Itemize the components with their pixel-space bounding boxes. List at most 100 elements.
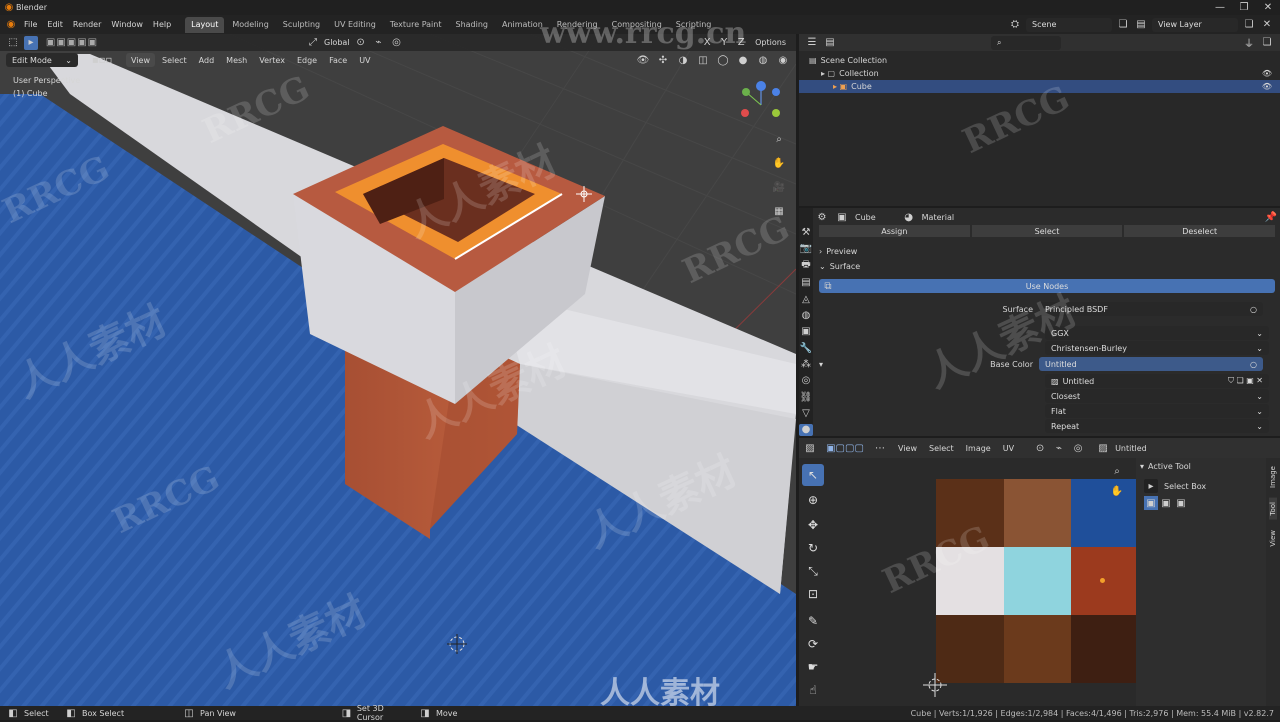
projection-select[interactable]: Flat ⌄: [1045, 404, 1269, 418]
axis-z-label[interactable]: Z: [734, 36, 748, 50]
tab-uv-editing[interactable]: UV Editing: [328, 17, 382, 33]
gizmo-icon[interactable]: ✣: [656, 53, 670, 67]
outliner-editor-icon[interactable]: ☰: [805, 36, 819, 50]
sticky-select-icon[interactable]: ⋯: [873, 441, 887, 455]
interpolation-select[interactable]: Closest ⌄: [1045, 389, 1269, 403]
uv-menu-view[interactable]: View: [898, 444, 917, 453]
tab-shading[interactable]: Shading: [449, 17, 494, 33]
viewport-menu-view[interactable]: View: [126, 53, 155, 67]
menu-help[interactable]: Help: [153, 20, 171, 29]
tweak-tool-icon[interactable]: ▸: [24, 35, 38, 50]
mode-icons[interactable]: ▣▣▣▣▣: [42, 36, 102, 50]
active-tool-row[interactable]: ▸ Select Box: [1136, 477, 1266, 495]
axis-y-label[interactable]: Y: [717, 36, 731, 50]
annotate-tool-icon[interactable]: ✎: [802, 610, 824, 632]
data-tab-icon[interactable]: ▽: [799, 407, 813, 419]
menu-render[interactable]: Render: [73, 20, 101, 29]
image-actions-icons[interactable]: ⛉ ❏ ▣ ✕: [1228, 376, 1263, 386]
pinch-tool-icon[interactable]: ☝: [802, 679, 824, 701]
outliner-item[interactable]: ▸ ▢ Collection 👁: [799, 67, 1280, 80]
tab-layout[interactable]: Layout: [185, 16, 225, 33]
outliner-item[interactable]: ▸ ▣ Cube 👁: [799, 80, 1280, 93]
side-tab-image[interactable]: Image: [1269, 462, 1277, 492]
extension-select[interactable]: Repeat ⌄: [1045, 419, 1269, 433]
pin-icon[interactable]: 📌: [1264, 211, 1278, 225]
display-mode-icon[interactable]: ▤: [823, 36, 837, 50]
move-tool-icon[interactable]: ✥: [802, 514, 824, 536]
overlay-icon[interactable]: ◑: [676, 53, 690, 67]
viewport-menu-vertex[interactable]: Vertex: [254, 56, 290, 65]
viewport-menu-mesh[interactable]: Mesh: [221, 56, 252, 65]
navigation-gizmo[interactable]: [736, 80, 786, 130]
outliner-search[interactable]: ⌕: [991, 35, 1061, 50]
axis-x-label[interactable]: X: [700, 36, 714, 50]
transform-tool-icon[interactable]: ⊡: [802, 583, 824, 605]
minimize-icon[interactable]: —: [1208, 1, 1232, 15]
viewport-menu-add[interactable]: Add: [194, 56, 220, 65]
zoom-icon[interactable]: ⌕: [770, 130, 788, 148]
pivot-icon[interactable]: ⊙: [354, 36, 368, 50]
uv-select-mode-icons[interactable]: ▣▢▢▢: [822, 441, 868, 455]
options-menu[interactable]: Options: [751, 38, 790, 47]
select-box-tool-icon[interactable]: ↖: [802, 464, 824, 486]
material-assign-button[interactable]: Assign: [819, 225, 970, 237]
grab-tool-icon[interactable]: ⟳: [802, 633, 824, 655]
tab-compositing[interactable]: Compositing: [606, 17, 668, 33]
image-datablock[interactable]: ▨ Untitled ⛉ ❏ ▣ ✕: [1045, 374, 1269, 388]
xray-icon[interactable]: ◫: [696, 53, 710, 67]
object-tab-icon[interactable]: ▣: [799, 326, 813, 338]
tab-sculpting[interactable]: Sculpting: [277, 17, 326, 33]
side-tab-tool[interactable]: Tool: [1269, 497, 1277, 520]
uv-image-name[interactable]: Untitled: [1115, 444, 1147, 453]
expand-icon[interactable]: ▾: [819, 360, 829, 369]
panel-preview[interactable]: › Preview: [819, 244, 1275, 259]
menu-file[interactable]: File: [24, 20, 37, 29]
view-layer-selector[interactable]: View Layer: [1152, 17, 1238, 32]
filter-icon[interactable]: ⏚: [1242, 36, 1256, 50]
uv-menu-uv[interactable]: UV: [1003, 444, 1014, 453]
proportional-edit-icon[interactable]: ◎: [390, 36, 404, 50]
particles-tab-icon[interactable]: ⁂: [799, 358, 813, 370]
uv-menu-select[interactable]: Select: [929, 444, 954, 453]
uv-pan-icon[interactable]: ✋: [1110, 484, 1124, 498]
tab-animation[interactable]: Animation: [496, 17, 549, 33]
use-nodes-button[interactable]: ⧉ Use Nodes: [819, 279, 1275, 293]
material-deselect-button[interactable]: Deselect: [1124, 225, 1276, 237]
mode-subtract-icon[interactable]: ▣: [1174, 496, 1188, 510]
subsurface-select[interactable]: Christensen-Burley ⌄: [1045, 341, 1269, 355]
maximize-icon[interactable]: ❐: [1232, 1, 1256, 15]
editor-type-icon[interactable]: ⬚: [6, 36, 20, 50]
new-collection-icon[interactable]: ❏: [1260, 36, 1274, 50]
viewport-3d[interactable]: ⬚ ▸ ▣▣▣▣▣ ⤢ Global ⊙ ⌁ ◎ X Y Z Options E…: [0, 34, 796, 706]
shading-rendered-icon[interactable]: ◉: [776, 53, 790, 67]
shading-solid-icon[interactable]: ●: [736, 53, 750, 67]
world-tab-icon[interactable]: ◍: [799, 309, 813, 321]
tab-texture-paint[interactable]: Texture Paint: [384, 17, 448, 33]
uv-menu-image[interactable]: Image: [966, 444, 991, 453]
uv-image-canvas[interactable]: [936, 479, 1139, 683]
grid-icon[interactable]: ▦: [770, 202, 788, 220]
viewport-menu-select[interactable]: Select: [157, 56, 192, 65]
active-tool-header[interactable]: ▾ Active Tool: [1136, 458, 1266, 474]
scene-selector[interactable]: Scene: [1026, 17, 1112, 32]
shading-material-icon[interactable]: ◍: [756, 53, 770, 67]
selection-mode-buttons[interactable]: ▣ ▣ ▣: [1136, 495, 1266, 511]
snap-icon[interactable]: ⌁: [372, 36, 386, 50]
tab-scripting[interactable]: Scripting: [670, 17, 718, 33]
visibility-icon[interactable]: 👁: [636, 53, 650, 67]
image-editor-icon[interactable]: ▨: [803, 441, 817, 455]
modifier-tab-icon[interactable]: 🔧: [799, 342, 813, 354]
scene-tab-icon[interactable]: ◬: [799, 293, 813, 305]
menu-edit[interactable]: Edit: [47, 20, 63, 29]
mode-set-icon[interactable]: ▣: [1144, 496, 1158, 510]
viewport-menu-uv[interactable]: UV: [354, 56, 375, 65]
tab-rendering[interactable]: Rendering: [551, 17, 604, 33]
distribution-select[interactable]: GGX ⌄: [1045, 326, 1269, 340]
uv-cursor-icon[interactable]: [923, 673, 947, 697]
viewport-menu-face[interactable]: Face: [324, 56, 352, 65]
view-layer-tab-icon[interactable]: ▤: [799, 277, 813, 289]
uv-zoom-icon[interactable]: ⌕: [1110, 464, 1124, 478]
uv-proportional-icon[interactable]: ◎: [1071, 441, 1085, 455]
panel-surface[interactable]: ⌄ Surface: [819, 259, 1275, 274]
remove-view-layer-icon[interactable]: ✕: [1260, 18, 1274, 32]
